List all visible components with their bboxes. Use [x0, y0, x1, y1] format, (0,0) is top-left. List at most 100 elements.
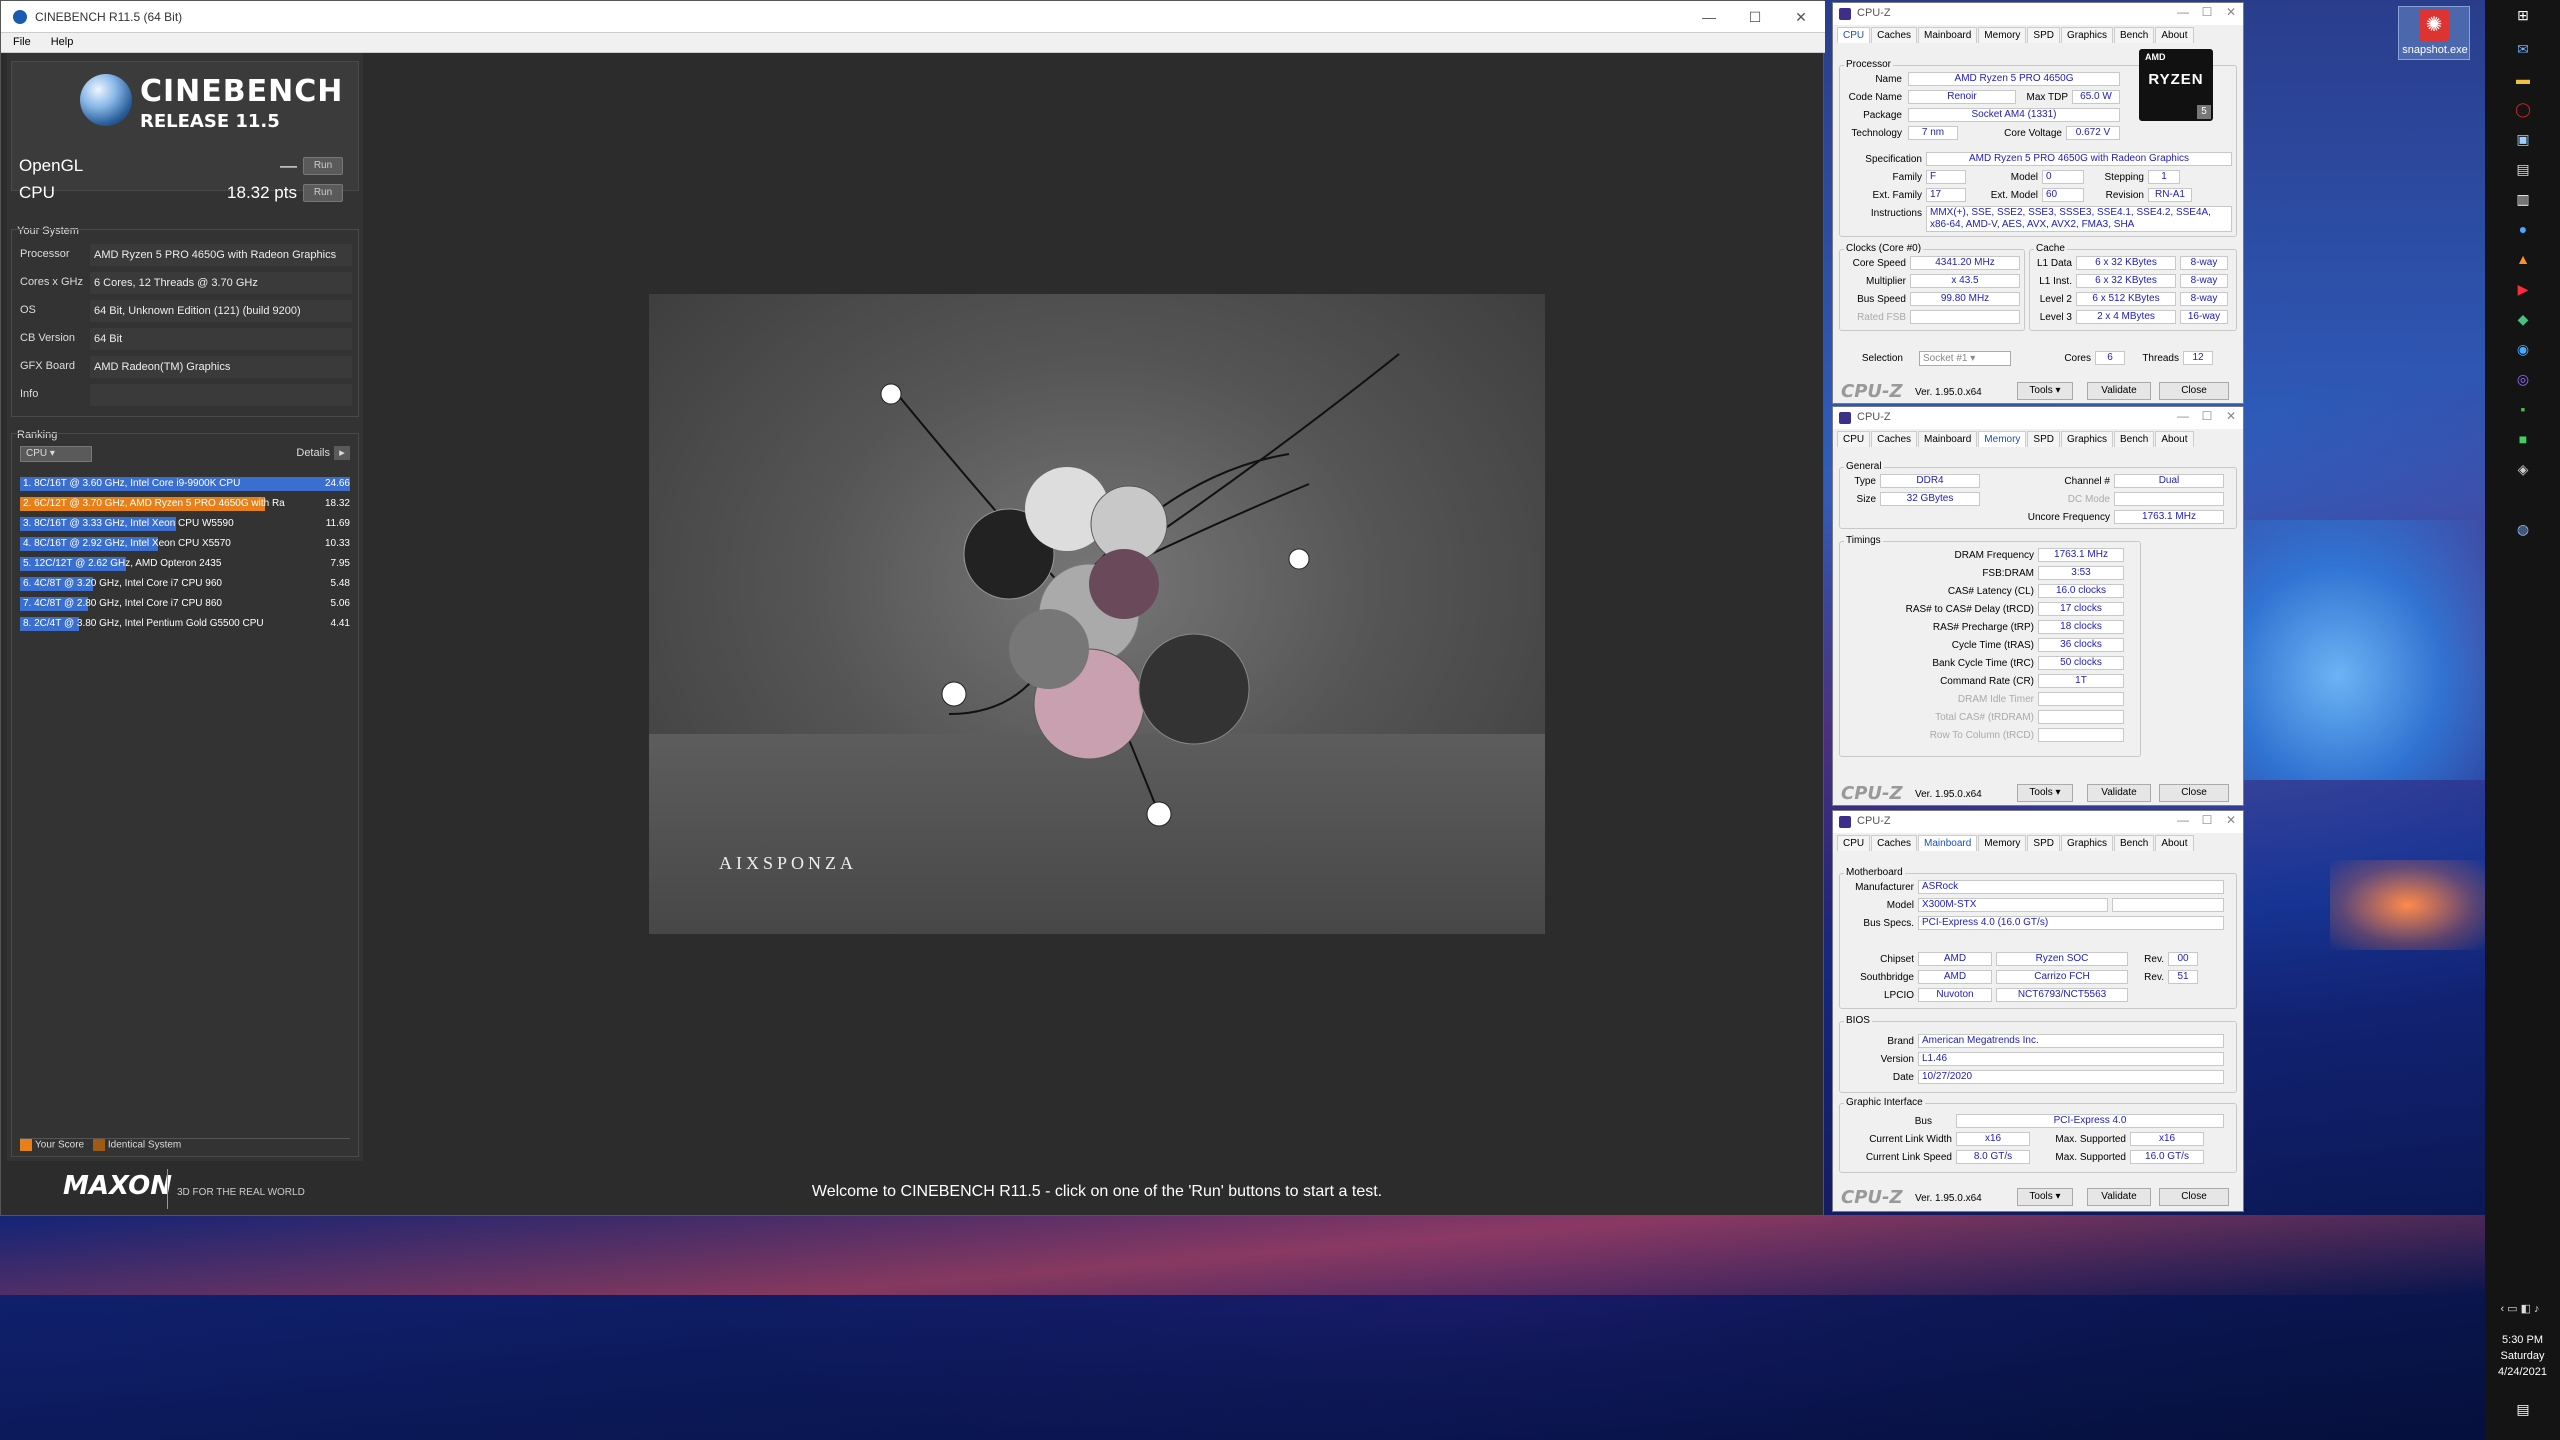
cinebench-menubar: File Help	[1, 33, 1825, 53]
ranking-row[interactable]: 3. 8C/16T @ 3.33 GHz, Intel Xeon CPU W55…	[20, 516, 350, 532]
tray-icons[interactable]: ‹ ▭ ◧ ♪	[2490, 1300, 2550, 1318]
app-icon-5[interactable]: ▲	[2514, 250, 2532, 268]
tab-spd[interactable]: SPD	[2027, 27, 2060, 43]
file-explorer-icon[interactable]: ▬	[2514, 70, 2532, 88]
close-icon[interactable]: ✕	[2223, 409, 2239, 423]
app-icon-4[interactable]: ▥	[2514, 190, 2532, 208]
validate-button[interactable]: Validate	[2087, 784, 2151, 802]
ranking-details-button[interactable]: Details ▸	[292, 446, 350, 460]
start-icon[interactable]: ⊞	[2514, 6, 2532, 24]
validate-button[interactable]: Validate	[2087, 1188, 2151, 1206]
app-icon-12[interactable]: ◈	[2514, 460, 2532, 478]
tab-about[interactable]: About	[2155, 835, 2194, 851]
minimize-icon[interactable]: —	[2175, 813, 2191, 827]
menu-help[interactable]: Help	[39, 33, 82, 48]
tab-caches[interactable]: Caches	[1871, 431, 1918, 447]
tab-graphics[interactable]: Graphics	[2060, 431, 2113, 447]
ranking-row[interactable]: 1. 8C/16T @ 3.60 GHz, Intel Core i9-9900…	[20, 476, 350, 492]
tools-label: Tools	[2029, 385, 2053, 396]
ranking-select[interactable]: CPU ▾	[20, 446, 92, 462]
ranking-value: 4.41	[330, 618, 350, 629]
ranking-row[interactable]: 4. 8C/16T @ 2.92 GHz, Intel Xeon CPU X55…	[20, 536, 350, 552]
tab-caches[interactable]: Caches	[1871, 835, 1918, 851]
selection-value: Socket #1	[1923, 353, 1968, 364]
tab-memory[interactable]: Memory	[1978, 27, 2027, 43]
opengl-run-button[interactable]: Run	[303, 157, 343, 175]
label-maxtdp: Max TDP	[2026, 92, 2069, 103]
tab-spd[interactable]: SPD	[2027, 835, 2060, 851]
maximize-icon[interactable]: ☐	[2199, 409, 2215, 423]
tab-mainboard[interactable]: Mainboard	[1918, 27, 1978, 43]
app-icon-2[interactable]: ▣	[2514, 130, 2532, 148]
value-instructions: MMX(+), SSE, SSE2, SSE3, SSSE3, SSE4.1, …	[1926, 206, 2232, 232]
steam-icon[interactable]: ●	[2514, 220, 2532, 238]
minimize-icon[interactable]: —	[1699, 7, 1719, 27]
cache-group: Cache L1 Data 6 x 32 KBytes 8-way L1 Ins…	[2029, 243, 2237, 331]
close-icon[interactable]: ✕	[1791, 7, 1811, 27]
ranking-row[interactable]: 8. 2C/4T @ 3.80 GHz, Intel Pentium Gold …	[20, 616, 350, 632]
tab-graphics[interactable]: Graphics	[2060, 835, 2113, 851]
app-icon-6[interactable]: ▶	[2514, 280, 2532, 298]
tab-mainboard[interactable]: Mainboard	[1918, 835, 1978, 851]
cpuz-brand: CPU-Z	[1841, 381, 1903, 402]
value-family: F	[1926, 170, 1966, 184]
cpuz-brand: CPU-Z	[1841, 783, 1903, 804]
tab-about[interactable]: About	[2155, 27, 2194, 43]
close-icon[interactable]: ✕	[2223, 5, 2239, 19]
app-icon-13[interactable]: ◍	[2514, 520, 2532, 538]
ranking-row[interactable]: 7. 4C/8T @ 2.80 GHz, Intel Core i7 CPU 8…	[20, 596, 350, 612]
clock[interactable]: 5:30 PM Saturday 4/24/2021	[2485, 1332, 2560, 1380]
info-input[interactable]	[90, 384, 352, 406]
tools-button[interactable]: Tools ▾	[2017, 382, 2073, 400]
tab-spd[interactable]: SPD	[2027, 431, 2060, 447]
app-icon-10[interactable]: ▪	[2514, 400, 2532, 418]
tab-bench[interactable]: Bench	[2114, 27, 2155, 43]
tab-bench[interactable]: Bench	[2114, 835, 2155, 851]
app-icon-8[interactable]: ◉	[2514, 340, 2532, 358]
sys-row-cores: Cores x GHz 6 Cores, 12 Threads @ 3.70 GH…	[20, 272, 354, 294]
minimize-icon[interactable]: —	[2175, 409, 2191, 423]
label-size: Size	[1856, 494, 1876, 505]
menu-file[interactable]: File	[1, 33, 39, 48]
value-lpcio: NCT6793/NCT5563	[1996, 988, 2128, 1002]
minimize-icon[interactable]: —	[2175, 5, 2191, 19]
ranking-row[interactable]: 2. 6C/12T @ 3.70 GHz, AMD Ryzen 5 PRO 46…	[20, 496, 350, 512]
selection-dropdown[interactable]: Socket #1 ▾	[1919, 351, 2011, 366]
tab-caches[interactable]: Caches	[1871, 27, 1918, 43]
cpu-run-button[interactable]: Run	[303, 184, 343, 202]
value-trc: 50 clocks	[2038, 656, 2124, 670]
notification-icon[interactable]: ▤	[2514, 1400, 2532, 1418]
tools-button[interactable]: Tools ▾	[2017, 1188, 2073, 1206]
sys-key: GFX Board	[20, 360, 76, 372]
tab-mainboard[interactable]: Mainboard	[1918, 431, 1978, 447]
cinebench-window: CINEBENCH R11.5 (64 Bit) — ☐ ✕ File Help …	[0, 0, 1825, 1216]
tab-about[interactable]: About	[2155, 431, 2194, 447]
opera-icon[interactable]: ◯	[2514, 100, 2532, 118]
app-icon-3[interactable]: ▤	[2514, 160, 2532, 178]
tools-button[interactable]: Tools ▾	[2017, 784, 2073, 802]
close-button[interactable]: Close	[2159, 1188, 2229, 1206]
app-icon-9[interactable]: ◎	[2514, 370, 2532, 388]
close-button[interactable]: Close	[2159, 382, 2229, 400]
maximize-icon[interactable]: ☐	[2199, 5, 2215, 19]
tab-graphics[interactable]: Graphics	[2060, 27, 2113, 43]
app-icon-11[interactable]: ■	[2514, 430, 2532, 448]
tab-cpu[interactable]: CPU	[1837, 835, 1871, 851]
label-l3: Level 3	[2039, 312, 2072, 323]
tab-bench[interactable]: Bench	[2114, 431, 2155, 447]
maximize-icon[interactable]: ☐	[1745, 7, 1765, 27]
tab-cpu[interactable]: CPU	[1837, 431, 1871, 447]
app-icon-1[interactable]: ✉	[2514, 40, 2532, 58]
tab-cpu[interactable]: CPU	[1837, 27, 1871, 43]
maximize-icon[interactable]: ☐	[2199, 813, 2215, 827]
label-chipset-rev: Rev.	[2144, 954, 2164, 965]
snapshot-desktop-icon[interactable]: ✺ snapshot.exe	[2398, 6, 2470, 60]
app-icon-7[interactable]: ◆	[2514, 310, 2532, 328]
tab-memory[interactable]: Memory	[1978, 835, 2027, 851]
tab-memory[interactable]: Memory	[1978, 431, 2027, 447]
validate-button[interactable]: Validate	[2087, 382, 2151, 400]
close-icon[interactable]: ✕	[2223, 813, 2239, 827]
ranking-row[interactable]: 5. 12C/12T @ 2.62 GHz, AMD Opteron 2435 7…	[20, 556, 350, 572]
close-button[interactable]: Close	[2159, 784, 2229, 802]
ranking-row[interactable]: 6. 4C/8T @ 3.20 GHz, Intel Core i7 CPU 9…	[20, 576, 350, 592]
